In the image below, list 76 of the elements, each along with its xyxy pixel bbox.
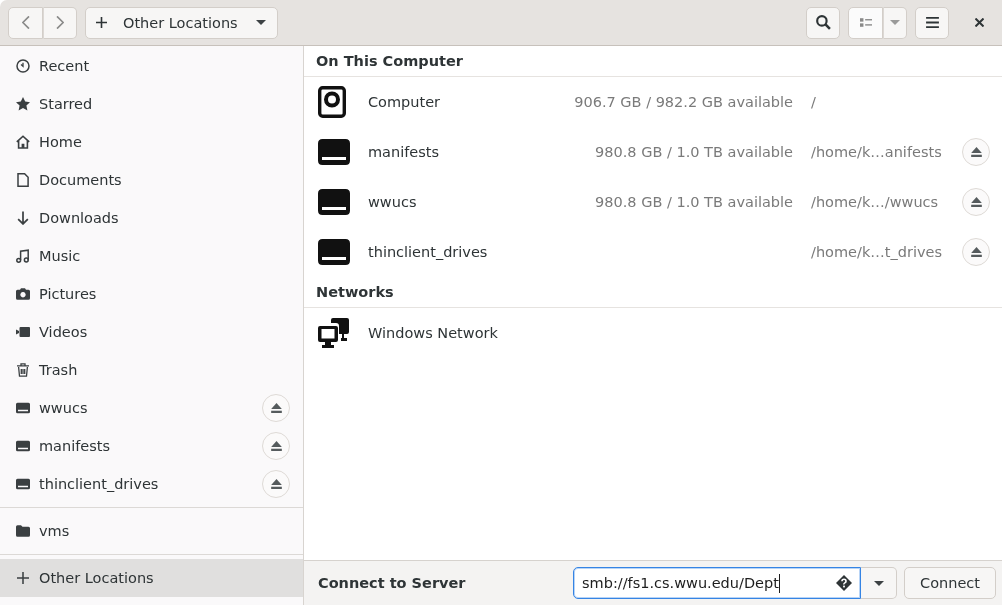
eject-button[interactable]	[262, 470, 290, 498]
help-icon	[836, 575, 852, 591]
sidebar-item[interactable]: vms	[0, 512, 303, 550]
connect-button[interactable]: Connect	[904, 567, 996, 599]
sidebar-item[interactable]: Recent	[0, 47, 303, 85]
view-options-button[interactable]	[883, 6, 907, 39]
camera-icon	[16, 287, 30, 301]
eject-icon	[970, 147, 982, 157]
search-button[interactable]	[806, 6, 840, 39]
location-button[interactable]: Other Locations	[85, 6, 278, 39]
network-computers-icon	[318, 317, 350, 349]
place-name[interactable]: Computer	[368, 94, 441, 110]
house-icon	[16, 135, 30, 149]
clock-icon	[16, 59, 30, 73]
eject-icon	[270, 441, 282, 451]
caret-icon	[873, 580, 884, 586]
eject-button[interactable]	[962, 138, 990, 166]
drive-icon	[16, 401, 30, 415]
caret-icon	[890, 20, 900, 25]
mount-path: /	[811, 94, 816, 110]
place-name[interactable]: Windows Network	[368, 325, 498, 341]
eject-button[interactable]	[262, 432, 290, 460]
sidebar-item[interactable]: Videos	[0, 313, 303, 351]
mount-path: /home/k…/wwucs	[811, 194, 939, 210]
mount-path: /home/k…t_drives	[811, 244, 942, 260]
sidebar-item[interactable]: manifests	[0, 427, 303, 465]
sidebar-item[interactable]: Other Locations	[0, 559, 303, 597]
folder-icon	[16, 524, 30, 538]
drive-icon	[16, 477, 30, 491]
eject-icon	[270, 479, 282, 489]
sidebar-item[interactable]: wwucs	[0, 389, 303, 427]
music-note-icon	[16, 249, 30, 263]
drive-icon	[318, 186, 350, 218]
eject-button[interactable]	[962, 238, 990, 266]
sidebar-item[interactable]: Starred	[0, 85, 303, 123]
sidebar-item[interactable]: Home	[0, 123, 303, 161]
sidebar-item[interactable]: Downloads	[0, 199, 303, 237]
drive-icon	[318, 236, 350, 268]
sidebar-item[interactable]: thinclient_drives	[0, 465, 303, 503]
close-icon	[974, 18, 984, 27]
trash-icon	[16, 363, 30, 377]
connect-label: Connect to Server	[318, 575, 467, 591]
drive-icon	[16, 439, 30, 453]
list-view-icon	[859, 18, 872, 27]
eject-button[interactable]	[962, 188, 990, 216]
document-icon	[16, 173, 30, 187]
sidebar-item[interactable]: Music	[0, 237, 303, 275]
drive-icon	[318, 136, 350, 168]
eject-icon	[970, 247, 982, 257]
place-name[interactable]: manifests	[368, 144, 440, 160]
eject-icon	[270, 403, 282, 413]
search-icon	[815, 15, 831, 30]
sidebar-item[interactable]: Trash	[0, 351, 303, 389]
mount-path: /home/k…anifests	[811, 144, 942, 160]
video-camera-icon	[16, 325, 30, 339]
free-space-text: 906.7 GB / 982.2 GB available	[574, 94, 793, 110]
eject-icon	[970, 197, 982, 207]
free-space-text: 980.8 GB / 1.0 TB available	[595, 144, 793, 160]
server-address-field[interactable]: smb://fs1.cs.wwu.edu/Dept	[573, 567, 861, 599]
section-title: On This Computer	[304, 46, 1002, 77]
menu-button[interactable]	[915, 6, 949, 39]
sidebar-item[interactable]: Documents	[0, 161, 303, 199]
free-space-text: 980.8 GB / 1.0 TB available	[595, 194, 793, 210]
down-arrow-icon	[16, 211, 30, 225]
place-name[interactable]: wwucs	[368, 194, 417, 210]
plus-icon	[17, 572, 29, 584]
section-title: Networks	[304, 277, 1002, 308]
caret-icon	[256, 20, 266, 25]
menu-icon	[925, 17, 939, 28]
star-icon	[16, 97, 30, 111]
sidebar-item[interactable]: Pictures	[0, 275, 303, 313]
eject-button[interactable]	[262, 394, 290, 422]
server-history-button[interactable]	[861, 567, 897, 599]
forward-button[interactable]	[43, 6, 77, 39]
plus-icon	[96, 17, 107, 28]
place-name[interactable]: thinclient_drives	[368, 244, 488, 260]
